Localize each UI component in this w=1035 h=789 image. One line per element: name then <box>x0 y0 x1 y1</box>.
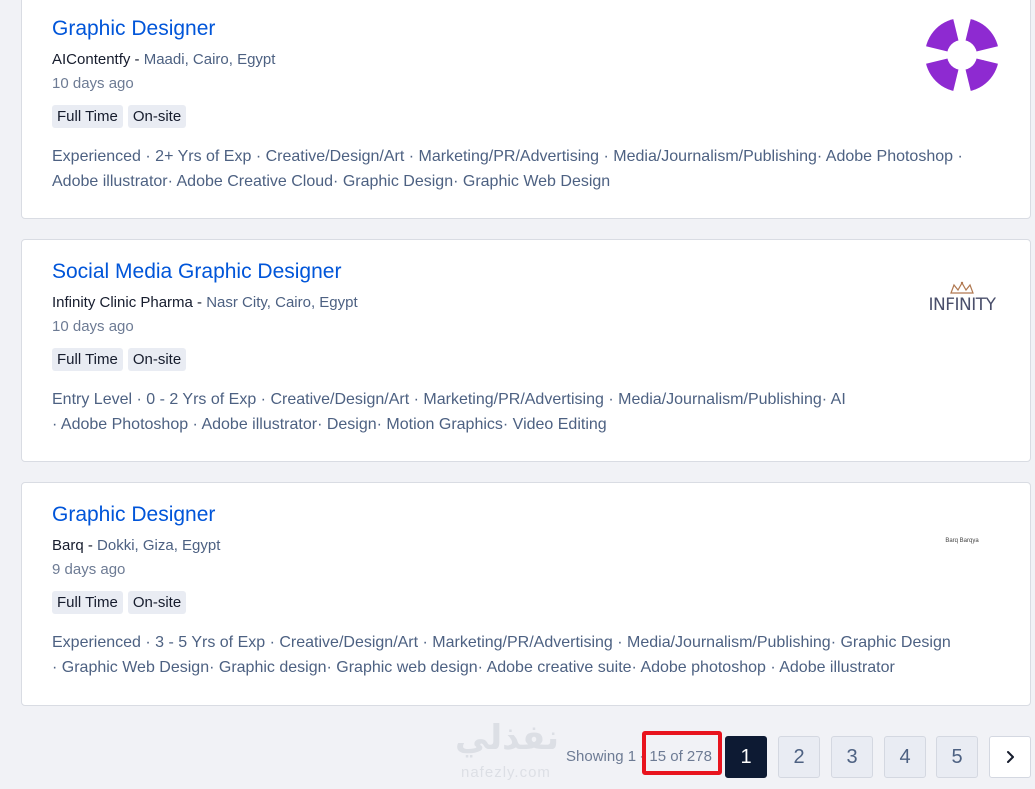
job-location: Dokki, Giza, Egypt <box>97 537 221 554</box>
job-card: Social Media Graphic Designer Infinity C… <box>21 239 1031 462</box>
job-title-link[interactable]: Graphic Designer <box>52 503 215 527</box>
skills-line[interactable]: Entry Level · 0 - 2 Yrs of Exp · Creativ… <box>52 387 1002 412</box>
job-tags: Full Time On-site <box>52 105 187 128</box>
company-name-link[interactable]: Barq - <box>52 537 93 554</box>
job-location: Nasr City, Cairo, Egypt <box>206 294 358 311</box>
page-button-2[interactable]: 2 <box>778 736 820 778</box>
company-name-link[interactable]: AIContentfy - <box>52 51 140 68</box>
infinity-logo-text: INFINITY <box>928 294 996 315</box>
chevron-right-icon <box>1007 751 1014 763</box>
skills-line[interactable]: Experienced · 3 - 5 Yrs of Exp · Creativ… <box>52 630 1002 655</box>
job-location: Maadi, Cairo, Egypt <box>143 51 276 68</box>
job-title-link[interactable]: Social Media Graphic Designer <box>52 260 341 284</box>
company-name-link[interactable]: Infinity Clinic Pharma - <box>52 294 202 311</box>
page-button-5[interactable]: 5 <box>936 736 978 778</box>
aicontentfy-logo-icon <box>925 18 999 92</box>
job-skills: Experienced · 3 - 5 Yrs of Exp · Creativ… <box>52 630 1002 680</box>
job-skills: Entry Level · 0 - 2 Yrs of Exp · Creativ… <box>52 387 1002 437</box>
job-tags: Full Time On-site <box>52 591 187 614</box>
showing-prefix: Showing 1 - <box>566 748 646 765</box>
crown-icon <box>950 281 974 294</box>
company-line: Barq - Dokki, Giza, Egypt <box>52 537 220 554</box>
tag-full-time[interactable]: Full Time <box>52 105 123 128</box>
job-skills: Experienced · 2+ Yrs of Exp · Creative/D… <box>52 144 1002 194</box>
next-page-button[interactable] <box>989 736 1031 778</box>
posted-date: 10 days ago <box>52 75 134 92</box>
company-logo[interactable] <box>922 15 1002 95</box>
skills-line[interactable]: · Adobe Photoshop · Adobe illustrator· D… <box>52 412 1002 437</box>
company-logo[interactable]: INFINITY <box>922 258 1002 338</box>
tag-on-site[interactable]: On-site <box>127 348 187 371</box>
tag-on-site[interactable]: On-site <box>127 105 187 128</box>
page-button-4[interactable]: 4 <box>884 736 926 778</box>
company-line: AIContentfy - Maadi, Cairo, Egypt <box>52 51 275 68</box>
job-card: Graphic Designer Barq - Dokki, Giza, Egy… <box>21 482 1031 706</box>
page-button-3[interactable]: 3 <box>831 736 873 778</box>
page-button-1[interactable]: 1 <box>725 736 767 778</box>
skills-line[interactable]: Adobe illustrator· Adobe Creative Cloud·… <box>52 169 1002 194</box>
job-title-link[interactable]: Graphic Designer <box>52 17 215 41</box>
posted-date: 10 days ago <box>52 318 134 335</box>
company-line: Infinity Clinic Pharma - Nasr City, Cair… <box>52 294 358 311</box>
job-card: Graphic Designer AIContentfy - Maadi, Ca… <box>21 0 1031 219</box>
company-logo[interactable]: Barq Barqya <box>922 501 1002 581</box>
barq-logo-text: Barq Barqya <box>945 538 979 544</box>
tag-on-site[interactable]: On-site <box>127 591 187 614</box>
job-tags: Full Time On-site <box>52 348 187 371</box>
highlight-annotation-box <box>642 731 722 775</box>
tag-full-time[interactable]: Full Time <box>52 348 123 371</box>
pagination: Showing 1 - 15 of 278 1 2 3 4 5 <box>0 731 1035 778</box>
skills-line[interactable]: · Graphic Web Design· Graphic design· Gr… <box>52 655 1002 680</box>
posted-date: 9 days ago <box>52 561 126 578</box>
skills-line[interactable]: Experienced · 2+ Yrs of Exp · Creative/D… <box>52 144 1002 169</box>
tag-full-time[interactable]: Full Time <box>52 591 123 614</box>
